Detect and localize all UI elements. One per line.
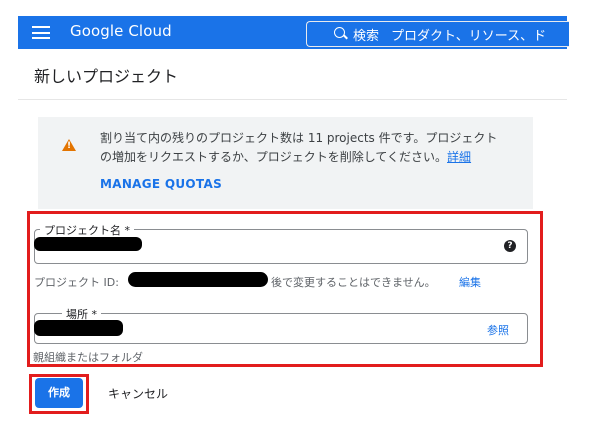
help-icon[interactable]: ? — [504, 240, 516, 252]
search-placeholder: プロダクト、リソース、ド — [391, 29, 547, 44]
brand-logo[interactable]: Google Cloud — [70, 22, 172, 40]
quota-message-line1: 割り当て内の残りのプロジェクト数は 11 projects 件です。プロジェクト — [100, 131, 498, 145]
edit-project-id-link[interactable]: 編集 — [459, 274, 481, 290]
location-hint: 親組織またはフォルダ — [33, 351, 143, 364]
page-title: 新しいプロジェクト — [34, 67, 179, 86]
quota-message-line2: の増加をリクエストするか、プロジェクトを削除してください。詳細 — [100, 148, 471, 165]
top-app-bar: Google Cloud 検索 プロダクト、リソース、ド — [18, 16, 569, 49]
warning-icon — [62, 139, 76, 151]
project-id-label: プロジェクト ID: — [34, 276, 119, 289]
search-icon — [334, 27, 345, 38]
redacted-project-id — [128, 272, 268, 287]
project-name-label: プロジェクト名 * — [40, 222, 134, 238]
cancel-button[interactable]: キャンセル — [108, 385, 168, 402]
divider — [18, 99, 567, 100]
search-bar[interactable]: 検索 プロダクト、リソース、ド — [306, 21, 569, 47]
project-id-note: 後で変更することはできません。 — [271, 276, 436, 289]
manage-quotas-link[interactable]: MANAGE QUOTAS — [100, 177, 222, 191]
quota-message-text: の増加をリクエストするか、プロジェクトを削除してください。 — [100, 150, 448, 164]
quota-notice: 割り当て内の残りのプロジェクト数は 11 projects 件です。プロジェクト… — [38, 117, 533, 209]
redacted-project-name — [34, 237, 142, 251]
browse-location-link[interactable]: 参照 — [487, 322, 509, 338]
hamburger-icon[interactable] — [32, 26, 50, 39]
search-label: 検索 — [353, 29, 380, 44]
redacted-location — [34, 320, 123, 336]
details-link[interactable]: 詳細 — [447, 150, 471, 164]
create-button[interactable]: 作成 — [35, 378, 83, 408]
